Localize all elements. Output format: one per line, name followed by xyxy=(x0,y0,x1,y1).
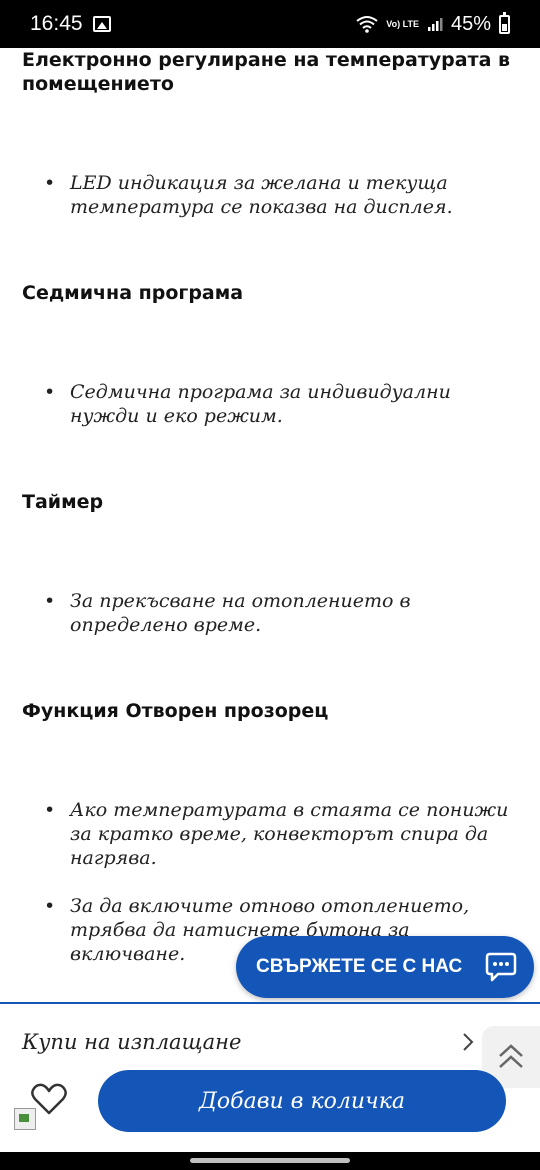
cell-signal-icon xyxy=(427,18,443,31)
status-time: 16:45 xyxy=(30,12,83,35)
wifi-icon xyxy=(356,16,378,33)
contact-us-button[interactable]: СВЪРЖЕТЕ СЕ С НАС xyxy=(236,936,534,998)
battery-percent: 45% xyxy=(450,12,491,35)
double-chevron-up-icon xyxy=(499,1044,523,1068)
add-to-cart-button[interactable]: Добави в количка xyxy=(98,1070,506,1132)
section-heading: Седмична програма xyxy=(22,282,244,304)
product-description[interactable]: Електронно регулиране на температурата в… xyxy=(0,48,540,1003)
installment-label: Купи на изплащане xyxy=(22,1030,242,1054)
status-left: 16:45 xyxy=(30,12,111,36)
section-heading: Таймер xyxy=(22,491,104,513)
home-gesture-handle[interactable] xyxy=(190,1158,350,1163)
status-right: Vo) LTE 45% xyxy=(356,11,510,36)
status-bar: 16:45 Vo) LTE 45% xyxy=(0,0,540,48)
list-item: • LED индикация за желана и текуща темпе… xyxy=(22,171,518,219)
contact-us-label: СВЪРЖЕТЕ СЕ С НАС xyxy=(256,956,463,977)
list-item-text: Седмична програма за индивидуални нужди … xyxy=(70,381,451,427)
list-item: • Седмична програма за индивидуални нужд… xyxy=(22,380,518,428)
bottom-action-bar: Купи на изплащане Добави в количка xyxy=(0,1004,540,1152)
list-item: • Ако температурата в стаята се понижи з… xyxy=(22,798,518,870)
list-item-text: LED индикация за желана и текуща темпера… xyxy=(70,172,453,218)
list-item-text: За прекъсване на отоплението в определен… xyxy=(70,590,411,636)
chat-icon xyxy=(485,952,517,982)
volte-indicator: Vo) LTE xyxy=(386,18,419,29)
gallery-notification-icon xyxy=(92,16,111,32)
buy-on-installments-row[interactable]: Купи на изплащане xyxy=(22,1024,520,1060)
add-to-cart-label: Добави в количка xyxy=(199,1088,405,1114)
list-item: • За прекъсване на отоплението в определ… xyxy=(22,589,518,637)
list-item-text: Ако температурата в стаята се понижи за … xyxy=(70,799,509,869)
section-heading: Електронно регулиране на температурата в… xyxy=(22,49,511,95)
chevron-right-icon xyxy=(463,1033,474,1051)
product-thumbnail xyxy=(14,1108,36,1130)
battery-icon xyxy=(499,11,510,34)
section-heading: Функция Отворен прозорец xyxy=(22,700,329,722)
navigation-bar xyxy=(0,1152,540,1170)
